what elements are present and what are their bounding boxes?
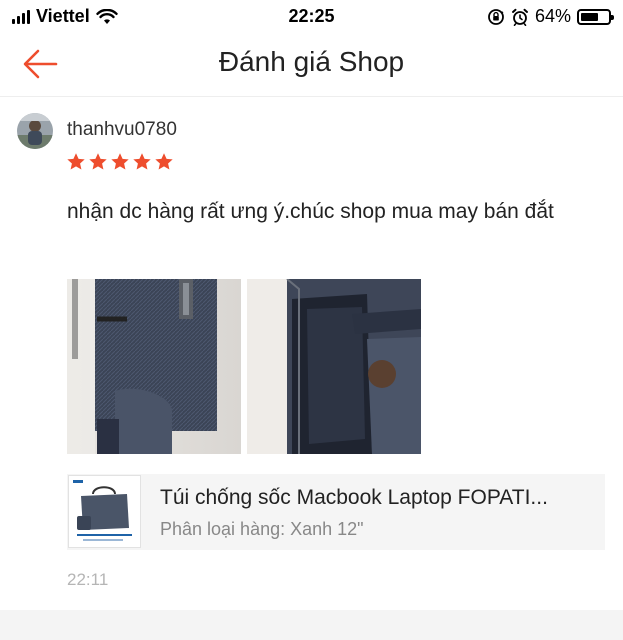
star-icon [89, 153, 107, 170]
status-bar: Viettel 22:25 64% [0, 0, 623, 34]
rating-stars [66, 152, 174, 172]
product-thumbnail [68, 475, 141, 548]
product-variant: Phân loại hàng: Xanh 12" [160, 519, 364, 539]
battery-icon [577, 8, 614, 25]
review-time: 22:11 [67, 570, 109, 589]
battery-level [581, 12, 598, 21]
page-title: Đánh giá Shop [218, 46, 405, 77]
avatar[interactable] [17, 113, 53, 149]
header: Đánh giá Shop [0, 34, 623, 97]
battery-percent: 64% [534, 6, 571, 26]
review-text: nhận dc hàng rất ưng ý.chúc shop mua may… [67, 200, 554, 223]
rotation-lock-icon [488, 8, 504, 25]
alarm-icon [511, 8, 528, 26]
review-photo-1[interactable] [67, 279, 241, 454]
star-icon [111, 153, 129, 170]
star-icon [155, 153, 173, 170]
product-name: Túi chống sốc Macbook Laptop FOPATI... [160, 486, 548, 509]
reviewer-username: thanhvu0780 [67, 119, 177, 140]
bottom-separator [0, 610, 623, 640]
star-icon [133, 153, 151, 170]
status-right: 64% [487, 6, 614, 27]
review-photo-2[interactable] [247, 279, 421, 454]
product-card[interactable]: Túi chống sốc Macbook Laptop FOPATI... P… [67, 474, 605, 550]
star-icon [67, 153, 85, 170]
